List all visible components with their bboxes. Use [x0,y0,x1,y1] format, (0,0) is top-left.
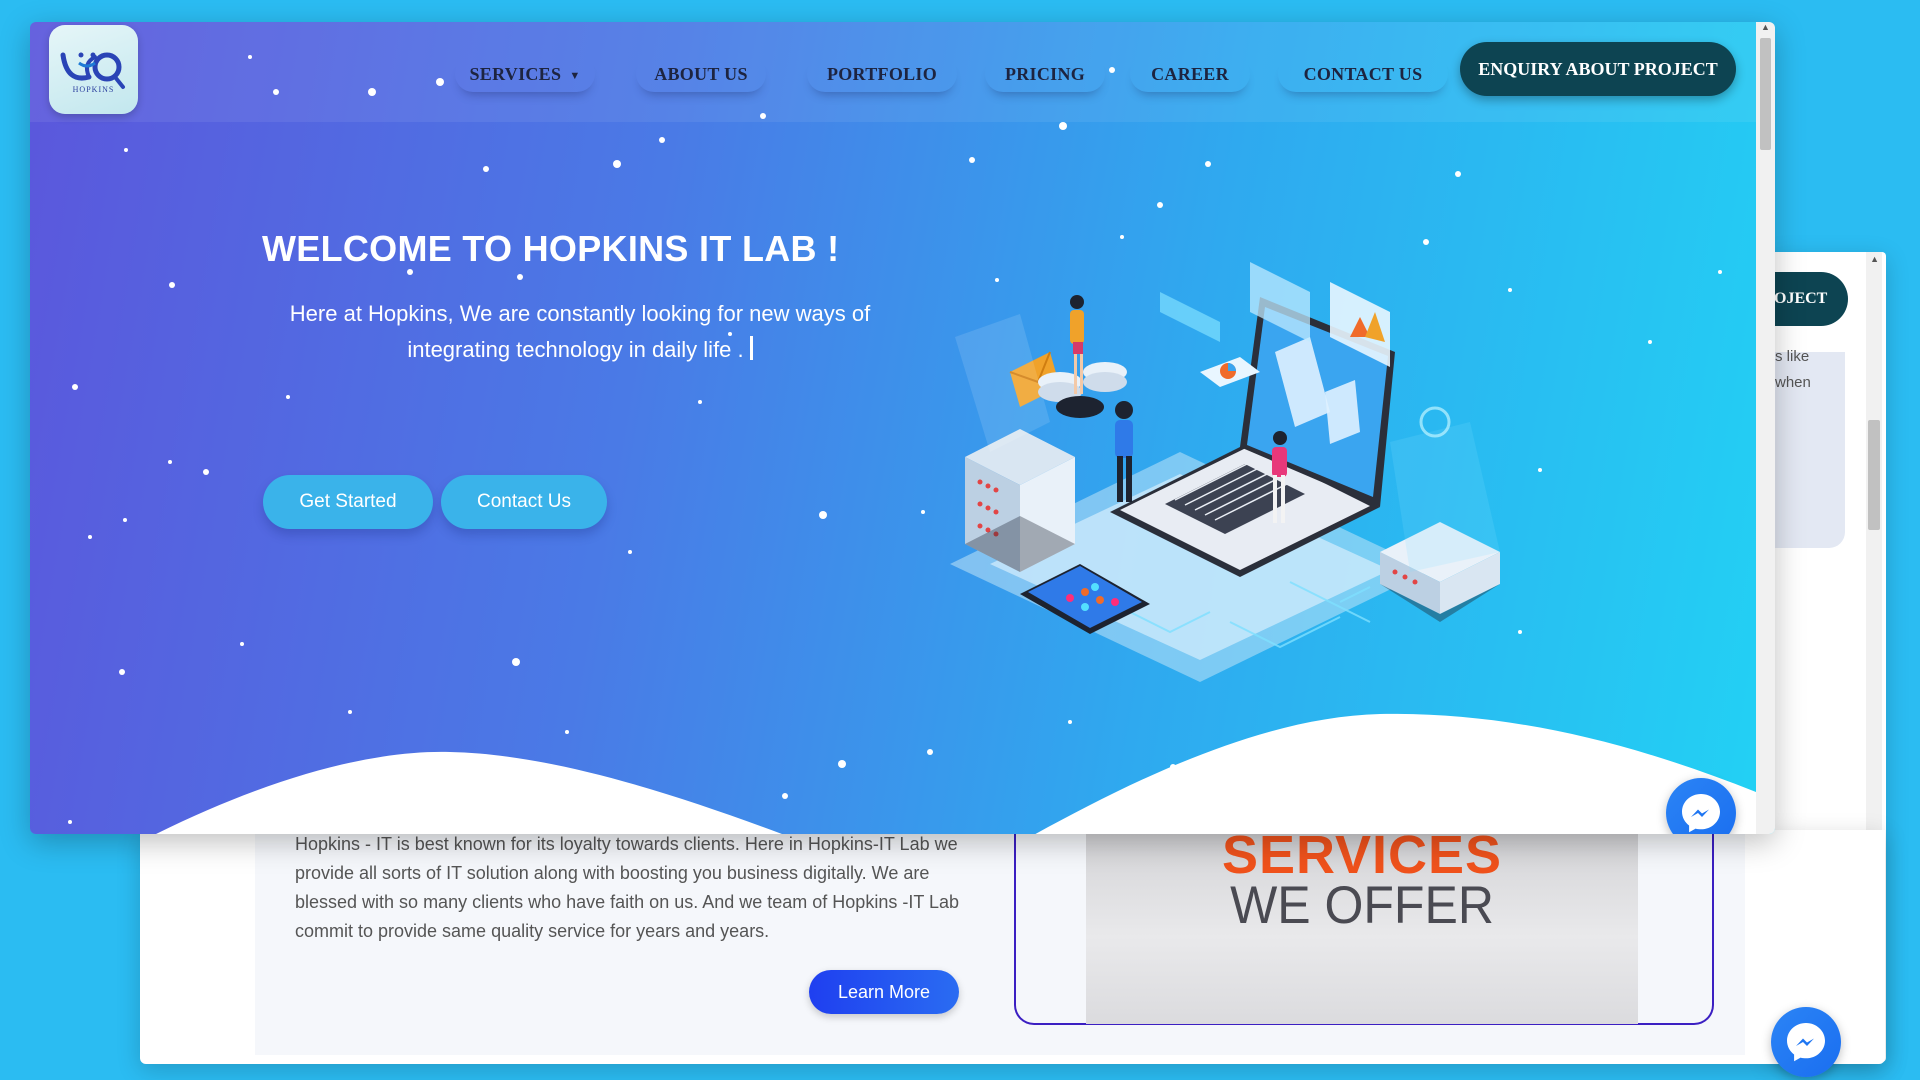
nav-about-us[interactable]: ABOUT US [636,56,766,92]
enquiry-about-project-button[interactable]: ENQUIRY ABOUT PROJECT [1460,42,1736,96]
messenger-chat-button[interactable] [1666,778,1736,834]
text-cursor [749,336,753,360]
background-window-bottom: Hopkins - IT is best known for its loyal… [140,830,1885,1064]
services-image-line1: SERVICES [1221,830,1503,885]
learn-more-button[interactable]: Learn More [809,970,959,1014]
hero-title: WELCOME TO HOPKINS IT LAB ! [262,228,840,269]
nav-pricing[interactable]: PRICING [985,56,1105,92]
scroll-up-arrow[interactable]: ▲ [1761,22,1770,32]
navbar: HOPKINS SERVICES ▼ ABOUT US PORTFOLIO PRI… [30,22,1756,122]
logo-icon [60,52,125,89]
back-scrollbar-thumb[interactable] [1868,420,1880,530]
back-scroll-up-arrow[interactable]: ▲ [1870,254,1879,264]
logo[interactable]: HOPKINS [49,25,138,114]
services-image-line2: WE OFFER [1230,875,1494,935]
nav-services[interactable]: SERVICES ▼ [455,56,595,92]
messenger-icon[interactable] [1771,1007,1841,1077]
nav-contact-us[interactable]: CONTACT US [1278,56,1448,92]
nav-services-label: SERVICES [469,64,562,84]
hero-wave [156,713,1756,834]
hero-illustration [950,262,1500,682]
back-card-text: s like when [1775,348,1811,391]
main-scrollbar-thumb[interactable] [1760,38,1771,150]
hero-subtitle-text: Here at Hopkins, We are constantly looki… [289,301,871,362]
main-browser-window: HOPKINS SERVICES ▼ ABOUT US PORTFOLIO PRI… [30,22,1775,834]
nav-career[interactable]: CAREER [1130,56,1250,92]
main-scrollbar[interactable]: ▲ [1756,22,1775,834]
contact-us-button[interactable]: Contact Us [441,475,607,529]
logo-text: HOPKINS [72,85,115,94]
get-started-button[interactable]: Get Started [263,475,433,529]
hero-subtitle: Here at Hopkins, We are constantly looki… [270,296,890,368]
nav-portfolio[interactable]: PORTFOLIO [807,56,957,92]
messenger-icon [1682,794,1720,833]
about-text: Hopkins - IT is best known for its loyal… [295,834,960,941]
services-we-offer-image: SERVICES WE OFFER [1086,830,1638,1024]
caret-down-icon: ▼ [569,69,581,82]
